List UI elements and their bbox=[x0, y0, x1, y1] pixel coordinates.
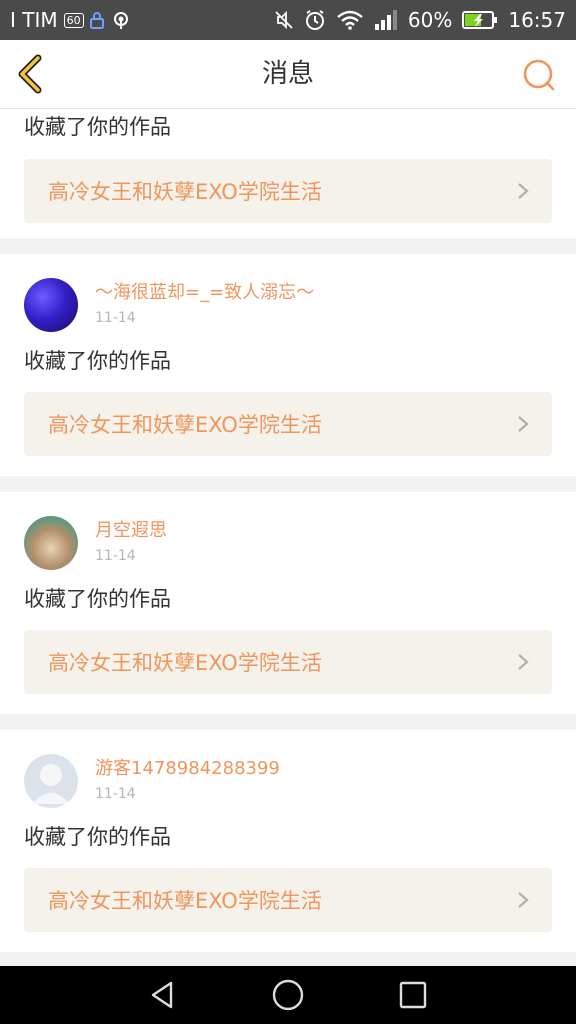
nav-back-button[interactable] bbox=[143, 975, 183, 1015]
app-header: 消息 bbox=[0, 40, 576, 109]
work-link[interactable]: 高冷女王和妖孽EXO学院生活 bbox=[24, 159, 552, 223]
avatar[interactable] bbox=[24, 278, 78, 332]
battery-percent: 60% bbox=[407, 8, 453, 32]
avatar[interactable] bbox=[24, 754, 78, 808]
hotspot-icon bbox=[110, 10, 132, 30]
action-text: 收藏了你的作品 bbox=[24, 115, 171, 139]
username[interactable]: 月空遐思 bbox=[95, 519, 167, 543]
timestamp: 11-14 bbox=[95, 548, 136, 564]
avatar[interactable] bbox=[24, 516, 78, 570]
user-row: ～海很蓝却=_=致人溺忘～ 11-14 bbox=[24, 278, 552, 332]
lock-icon bbox=[89, 11, 104, 29]
chevron-right-icon bbox=[518, 654, 529, 670]
recents-square-icon bbox=[400, 981, 427, 1009]
page-title: 消息 bbox=[261, 59, 314, 89]
home-circle-icon bbox=[272, 979, 304, 1011]
alarm-icon bbox=[304, 9, 326, 31]
chevron-right-icon bbox=[518, 416, 529, 432]
work-title: 高冷女王和妖孽EXO学院生活 bbox=[48, 889, 322, 913]
username[interactable]: ～海很蓝却=_=致人溺忘～ bbox=[95, 281, 314, 305]
message-card: 月空遐思 11-14 收藏了你的作品 高冷女王和妖孽EXO学院生活 bbox=[0, 492, 576, 714]
nav-home-button[interactable] bbox=[268, 975, 308, 1015]
timestamp: 11-14 bbox=[95, 310, 136, 326]
default-avatar-icon bbox=[32, 764, 70, 804]
user-row: 游客1478984288399 11-14 bbox=[24, 754, 552, 808]
clock: 16:57 bbox=[508, 8, 566, 32]
username[interactable]: 游客1478984288399 bbox=[95, 757, 280, 781]
chevron-right-icon bbox=[518, 183, 529, 199]
message-card: 游客1478984288399 11-14 收藏了你的作品 高冷女王和妖孽EXO… bbox=[0, 730, 576, 952]
message-card: ～海很蓝却=_=致人溺忘～ 11-14 收藏了你的作品 高冷女王和妖孽EXO学院… bbox=[0, 254, 576, 476]
signal-icon bbox=[374, 10, 398, 30]
system-nav-bar bbox=[0, 966, 576, 1024]
work-link[interactable]: 高冷女王和妖孽EXO学院生活 bbox=[24, 630, 552, 694]
chevron-right-icon bbox=[518, 892, 529, 908]
work-title: 高冷女王和妖孽EXO学院生活 bbox=[48, 651, 322, 675]
user-row: 月空遐思 11-14 bbox=[24, 516, 552, 570]
carrier-label: I TIM bbox=[10, 8, 58, 32]
nav-recents-button[interactable] bbox=[393, 975, 433, 1015]
search-icon bbox=[523, 59, 555, 91]
work-link[interactable]: 高冷女王和妖孽EXO学院生活 bbox=[24, 392, 552, 456]
mute-icon bbox=[274, 10, 294, 30]
action-text: 收藏了你的作品 bbox=[24, 349, 171, 373]
hd-icon: 60 bbox=[63, 12, 84, 28]
work-title: 高冷女王和妖孽EXO学院生活 bbox=[48, 180, 322, 204]
action-text: 收藏了你的作品 bbox=[24, 825, 171, 849]
search-button[interactable] bbox=[522, 58, 556, 92]
wifi-icon bbox=[336, 10, 364, 30]
message-card: 收藏了你的作品 高冷女王和妖孽EXO学院生活 bbox=[0, 109, 576, 238]
status-bar: I TIM 60 60% 16:57 bbox=[0, 0, 576, 40]
back-triangle-icon bbox=[151, 981, 172, 1009]
action-text: 收藏了你的作品 bbox=[24, 587, 171, 611]
timestamp: 11-14 bbox=[95, 786, 136, 802]
message-list[interactable]: 收藏了你的作品 高冷女王和妖孽EXO学院生活 ～海很蓝却=_=致人溺忘～ 11-… bbox=[0, 109, 576, 966]
battery-icon bbox=[462, 10, 498, 30]
work-link[interactable]: 高冷女王和妖孽EXO学院生活 bbox=[24, 868, 552, 932]
work-title: 高冷女王和妖孽EXO学院生活 bbox=[48, 413, 322, 437]
